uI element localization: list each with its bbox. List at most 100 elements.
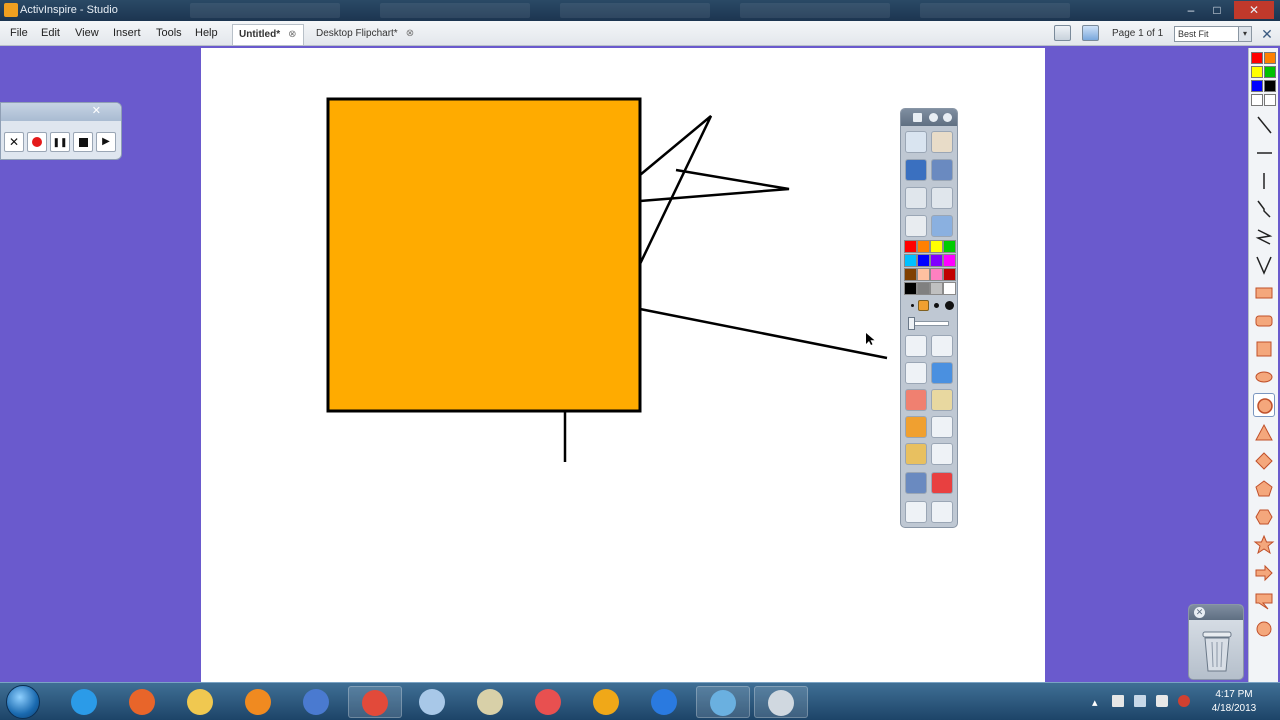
play-button[interactable]: ▶ [96, 132, 116, 152]
toolbox-close-icon[interactable] [943, 113, 952, 122]
color-swatch[interactable] [904, 240, 917, 253]
action-center-icon[interactable] [1112, 695, 1124, 707]
shape-rounded-rectangle-button[interactable] [1253, 309, 1275, 333]
zoom-select[interactable]: Best Fit ▾ [1174, 26, 1252, 42]
stop-button[interactable] [73, 132, 93, 152]
color-swatch[interactable] [1251, 66, 1263, 78]
width-slider[interactable] [908, 317, 949, 330]
next-page-icon[interactable] [931, 187, 953, 209]
color-swatch[interactable] [1251, 94, 1263, 106]
shape-circle-small-button[interactable] [1253, 617, 1275, 641]
orange-square[interactable] [326, 97, 642, 413]
slider-handle[interactable] [908, 317, 915, 330]
menu-edit[interactable]: Edit [41, 27, 60, 39]
start-button[interactable] [6, 685, 40, 719]
taskbar-chrome[interactable] [348, 686, 402, 718]
taskbar-media-player[interactable] [232, 686, 286, 718]
taskbar-window-manager[interactable] [696, 686, 750, 718]
dual-user-icon[interactable] [1082, 25, 1099, 41]
color-swatch[interactable] [943, 282, 956, 295]
redo-icon[interactable] [931, 501, 953, 523]
shape-ellipse-button[interactable] [1253, 365, 1275, 389]
color-swatch[interactable] [904, 282, 917, 295]
shape-triangle-button[interactable] [1253, 421, 1275, 445]
menu-tools[interactable]: Tools [156, 27, 182, 39]
eraser-icon[interactable] [905, 389, 927, 411]
color-swatch[interactable] [943, 268, 956, 281]
taskbar-firefox[interactable] [116, 686, 170, 718]
maximize-button[interactable]: □ [1204, 1, 1230, 19]
color-swatch[interactable] [917, 282, 930, 295]
freehand-lines[interactable] [639, 168, 790, 203]
main-menu-icon[interactable] [905, 131, 927, 153]
shape-star-button[interactable] [1253, 533, 1275, 557]
pen-width-medium[interactable] [934, 303, 939, 308]
toolbox-settings-icon[interactable] [929, 113, 938, 122]
menu-help[interactable]: Help [195, 27, 218, 39]
shape-line-vertical-button[interactable] [1253, 169, 1275, 193]
fill-icon[interactable] [931, 389, 953, 411]
color-swatch[interactable] [930, 282, 943, 295]
shape-line-z-button[interactable] [1253, 225, 1275, 249]
pen-width-small[interactable] [911, 304, 914, 307]
menu-view[interactable]: View [75, 27, 99, 39]
undo-icon[interactable] [905, 501, 927, 523]
freehand-lines[interactable] [638, 115, 713, 265]
trash-icon[interactable] [1201, 627, 1233, 673]
record-button[interactable] [27, 132, 47, 152]
shape-diamond-button[interactable] [1253, 449, 1275, 473]
background-tab[interactable] [920, 3, 1070, 18]
select-icon[interactable] [905, 335, 927, 357]
color-swatch[interactable] [904, 268, 917, 281]
straight-line[interactable] [639, 307, 888, 360]
toolbox-menu-icon[interactable] [913, 113, 922, 122]
shape-callout-button[interactable] [1253, 589, 1275, 613]
close-tab-icon[interactable]: ⊗ [288, 29, 296, 40]
color-swatch[interactable] [904, 254, 917, 267]
highlighter-icon[interactable] [931, 362, 953, 384]
color-swatch[interactable] [917, 268, 930, 281]
taskbar-file-explorer[interactable] [174, 686, 228, 718]
magic-ink-icon[interactable] [931, 335, 953, 357]
pen-icon[interactable] [905, 362, 927, 384]
close-icon[interactable]: ✕ [92, 104, 101, 117]
taskbar-internet-explorer[interactable] [58, 686, 112, 718]
shape-line-v-button[interactable] [1253, 253, 1275, 277]
color-swatch[interactable] [1264, 80, 1276, 92]
shape-pentagon-button[interactable] [1253, 477, 1275, 501]
page-reset-icon[interactable] [905, 215, 927, 237]
close-icon[interactable]: ✕ [1194, 607, 1205, 618]
tools-icon[interactable] [905, 443, 927, 465]
minimize-button[interactable]: – [1178, 1, 1204, 19]
background-tab[interactable] [740, 3, 890, 18]
pause-button[interactable]: ❚❚ [50, 132, 70, 152]
profile-icon[interactable] [931, 131, 953, 153]
system-clock[interactable]: 4:17 PM 4/18/2013 [1200, 688, 1268, 716]
shape-icon[interactable] [905, 416, 927, 438]
color-swatch[interactable] [930, 240, 943, 253]
shape-line-diagonal-button[interactable] [1253, 113, 1275, 137]
shape-line-zigzag-button[interactable] [1253, 197, 1275, 221]
background-tab[interactable] [380, 3, 530, 18]
text-icon[interactable] [931, 443, 953, 465]
color-swatch[interactable] [1264, 94, 1276, 106]
color-swatch[interactable] [917, 254, 930, 267]
background-tab[interactable] [560, 3, 710, 18]
show-hidden-icons[interactable]: ▴ [1092, 696, 1098, 709]
shape-arrow-button[interactable] [1253, 561, 1275, 585]
toggle-fullscreen-icon[interactable]: ✕ [1258, 25, 1276, 43]
clear-icon[interactable] [931, 472, 953, 494]
display-icon[interactable] [1156, 695, 1168, 707]
page-icon[interactable] [1054, 25, 1071, 41]
connector-icon[interactable] [931, 416, 953, 438]
close-button[interactable]: ✕ [1234, 1, 1274, 19]
color-swatch[interactable] [1264, 66, 1276, 78]
taskbar-activinspire[interactable] [754, 686, 808, 718]
chevron-down-icon[interactable]: ▾ [1238, 27, 1251, 41]
cancel-recording-button[interactable]: ✕ [4, 132, 24, 152]
taskbar-itunes[interactable] [290, 686, 344, 718]
color-swatch[interactable] [943, 254, 956, 267]
color-swatch[interactable] [1251, 80, 1263, 92]
shape-circle-button[interactable] [1253, 393, 1275, 417]
taskbar-notepad[interactable] [406, 686, 460, 718]
